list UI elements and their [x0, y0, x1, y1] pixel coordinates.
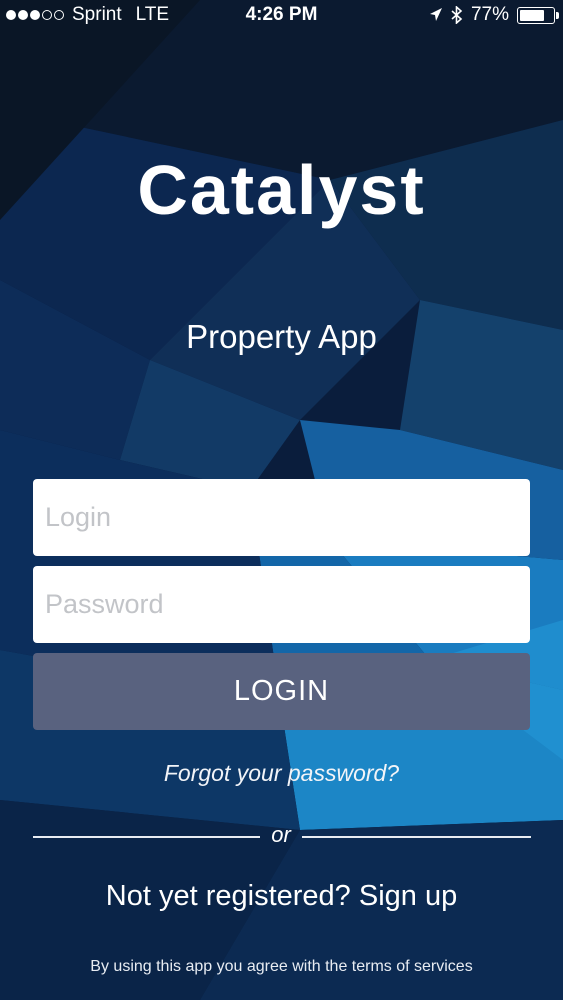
battery-fill	[520, 9, 544, 21]
terms-notice: By using this app you agree with the ter…	[90, 958, 473, 975]
login-button[interactable]: LOGIN	[33, 653, 530, 730]
signup-link[interactable]: Not yet registered? Sign up	[0, 880, 563, 913]
status-bar: Sprint LTE 4:26 PM 77%	[0, 0, 563, 32]
or-separator: or	[271, 822, 291, 847]
battery-percent: 77%	[470, 4, 509, 25]
status-right: 77%	[429, 4, 559, 26]
bluetooth-icon	[451, 6, 463, 24]
app-title: Catalyst	[137, 151, 426, 229]
battery-cap	[556, 11, 559, 19]
password-field[interactable]	[33, 566, 530, 643]
divider-right	[302, 836, 531, 838]
forgot-password-link[interactable]: Forgot your password?	[0, 760, 563, 787]
login-field[interactable]	[33, 479, 530, 556]
battery-icon	[517, 6, 559, 24]
divider-left	[33, 836, 260, 838]
app-subtitle: Property App	[186, 318, 377, 355]
location-arrow-icon	[429, 8, 442, 21]
